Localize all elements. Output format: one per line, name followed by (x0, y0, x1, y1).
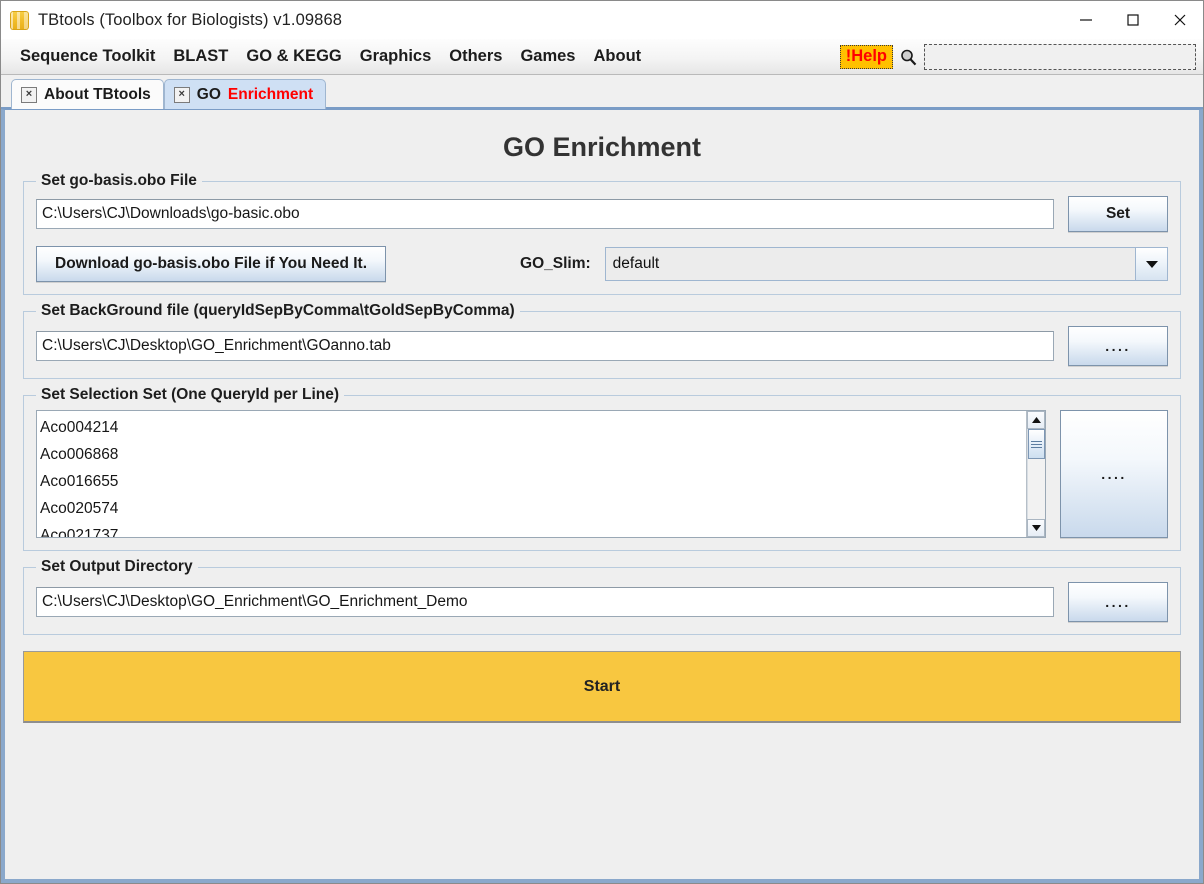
title-bar: TBtools (Toolbox for Biologists) v1.0986… (1, 1, 1203, 39)
tab-label: GO (196, 85, 221, 103)
list-item: Aco004214 (40, 419, 119, 436)
menu-item-go-kegg[interactable]: GO & KEGG (237, 47, 350, 66)
list-item: Aco006868 (40, 446, 119, 463)
list-item: Aco021737 (40, 527, 119, 537)
obo-options-row: Download go-basis.obo File if You Need I… (36, 246, 1168, 282)
tab-strip: × About TBtools × GO Enrichment (1, 75, 1203, 109)
tab-label: About TBtools (44, 85, 151, 103)
menu-item-games[interactable]: Games (511, 47, 584, 66)
tab-close-icon[interactable]: × (21, 86, 37, 103)
chevron-down-icon[interactable] (1135, 248, 1167, 280)
page-title: GO Enrichment (502, 132, 702, 162)
go-slim-select[interactable]: default (604, 247, 1168, 281)
list-item: Aco020574 (40, 500, 119, 517)
search-input[interactable] (924, 44, 1196, 70)
group-output-directory: Set Output Directory C:\Users\CJ\Desktop… (23, 558, 1181, 635)
browse-selection-set-button[interactable]: .... (1060, 410, 1168, 538)
output-path-input[interactable]: C:\Users\CJ\Desktop\GO_Enrichment\GO_Enr… (36, 587, 1054, 617)
help-button[interactable]: !Help (839, 44, 893, 70)
tab-content-go-enrichment: GO Enrichment Set go-basis.obo File C:\U… (1, 109, 1203, 883)
download-obo-button[interactable]: Download go-basis.obo File if You Need I… (36, 246, 387, 282)
group-legend: Set go-basis.obo File (36, 172, 202, 190)
tab-about-tbtools[interactable]: × About TBtools (11, 79, 164, 109)
window-title: TBtools (Toolbox for Biologists) v1.0986… (38, 10, 342, 29)
minimize-icon[interactable] (1062, 1, 1109, 39)
selection-set-scrollbar[interactable] (1026, 411, 1045, 537)
menu-item-others[interactable]: Others (440, 47, 511, 66)
tab-close-icon[interactable]: × (173, 86, 190, 103)
close-icon[interactable] (1156, 1, 1203, 39)
output-path-row: C:\Users\CJ\Desktop\GO_Enrichment\GO_Enr… (36, 582, 1168, 622)
start-button[interactable]: Start (23, 651, 1181, 723)
selection-set-row: Aco004214 Aco006868 Aco016655 Aco020574 … (36, 410, 1168, 538)
tab-label-highlight: Enrichment (227, 85, 314, 103)
obo-path-row: C:\Users\CJ\Downloads\go-basic.obo Set (36, 196, 1168, 232)
menu-bar: Sequence Toolkit BLAST GO & KEGG Graphic… (1, 39, 1203, 75)
menu-item-blast[interactable]: BLAST (164, 47, 237, 66)
scroll-up-arrow-icon[interactable] (1027, 411, 1045, 429)
menu-bar-right-group: !Help (839, 39, 1199, 75)
scrollbar-thumb[interactable] (1028, 429, 1045, 459)
obo-path-input[interactable]: C:\Users\CJ\Downloads\go-basic.obo (36, 199, 1054, 229)
list-item: Aco016655 (40, 473, 119, 490)
maximize-icon[interactable] (1109, 1, 1156, 39)
scrollbar-grip-icon (1031, 439, 1042, 450)
go-slim-label: GO_Slim: (520, 255, 591, 272)
background-path-input[interactable]: C:\Users\CJ\Desktop\GO_Enrichment\GOanno… (36, 331, 1054, 361)
menu-item-graphics[interactable]: Graphics (351, 47, 441, 66)
group-selection-set: Set Selection Set (One QueryId per Line)… (23, 386, 1181, 551)
set-obo-button[interactable]: Set (1068, 196, 1168, 232)
search-icon[interactable] (897, 48, 919, 67)
group-obo-file: Set go-basis.obo File C:\Users\CJ\Downlo… (23, 172, 1181, 295)
menu-item-sequence-toolkit[interactable]: Sequence Toolkit (11, 47, 164, 66)
selection-set-items: Aco004214 Aco006868 Aco016655 Aco020574 … (37, 411, 1026, 537)
tbtools-logo-icon (10, 10, 29, 30)
browse-background-button[interactable]: .... (1068, 326, 1168, 366)
background-path-row: C:\Users\CJ\Desktop\GO_Enrichment\GOanno… (36, 326, 1168, 366)
scroll-down-arrow-icon[interactable] (1027, 519, 1045, 537)
group-legend: Set BackGround file (queryIdSepByComma\t… (36, 302, 520, 320)
go-slim-value: default (612, 255, 660, 272)
menu-item-about[interactable]: About (585, 47, 651, 66)
application-window: TBtools (Toolbox for Biologists) v1.0986… (0, 0, 1204, 884)
group-background-file: Set BackGround file (queryIdSepByComma\t… (23, 302, 1181, 379)
browse-output-button[interactable]: .... (1068, 582, 1168, 622)
group-legend: Set Selection Set (One QueryId per Line) (36, 386, 345, 404)
window-controls (1062, 1, 1203, 39)
tab-go-enrichment[interactable]: × GO Enrichment (163, 79, 327, 109)
scrollbar-track[interactable] (1027, 429, 1045, 519)
selection-set-textarea[interactable]: Aco004214 Aco006868 Aco016655 Aco020574 … (36, 410, 1046, 538)
group-legend: Set Output Directory (36, 558, 198, 576)
